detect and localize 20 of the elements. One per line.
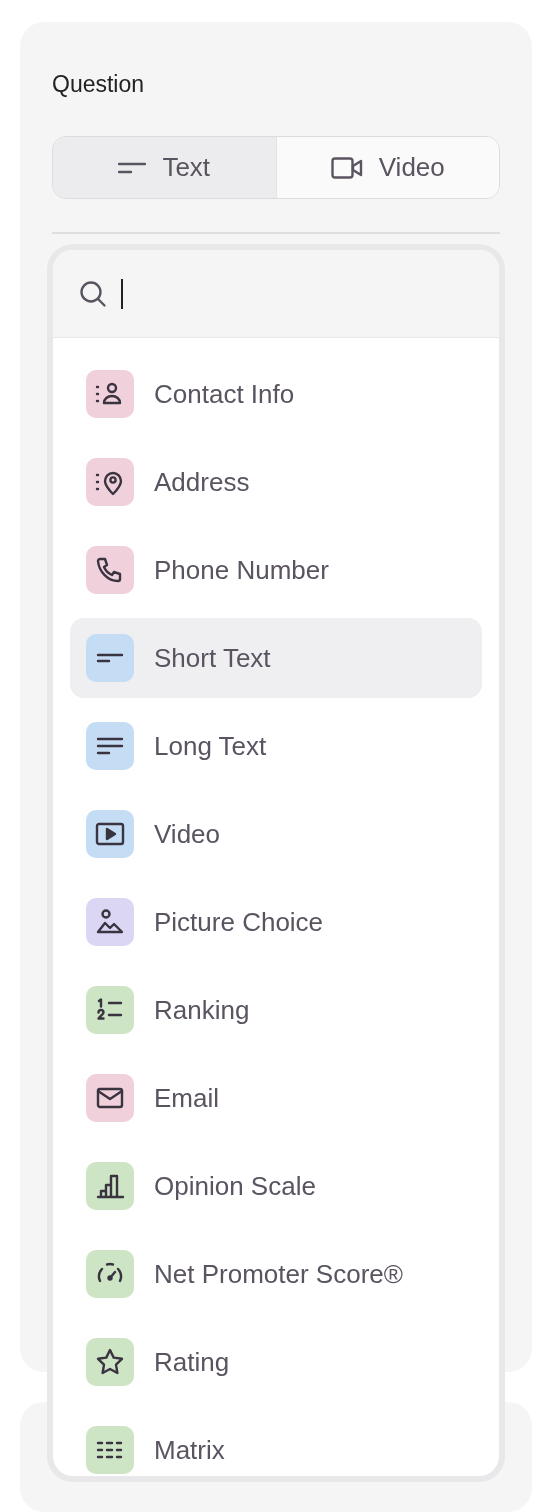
question-type-item[interactable]: Phone Number [70,530,482,610]
question-type-item[interactable]: Opinion Scale [70,1146,482,1226]
question-type-item[interactable]: Matrix [70,1410,482,1476]
text-cursor [121,278,123,309]
question-type-item[interactable]: Rating [70,1322,482,1402]
video-camera-icon [330,156,363,179]
question-type-item[interactable]: Picture Choice [70,882,482,962]
question-type-item[interactable]: Video [70,794,482,874]
tab[interactable]: Video [275,137,499,198]
search-field[interactable] [53,250,499,338]
question-type-item[interactable]: Address [70,442,482,522]
question-type-item[interactable]: Ranking [70,970,482,1050]
question-type-item[interactable]: Contact Info [70,354,482,434]
question-type-item[interactable]: Email [70,1058,482,1138]
question-type-item[interactable]: Short Text [70,618,482,698]
question-type-item[interactable]: Long Text [70,706,482,786]
tab[interactable]: Text [53,137,276,198]
text-lines-icon [118,161,147,174]
search-icon [79,279,107,308]
question-type-item[interactable]: Net Promoter Score® [70,1234,482,1314]
